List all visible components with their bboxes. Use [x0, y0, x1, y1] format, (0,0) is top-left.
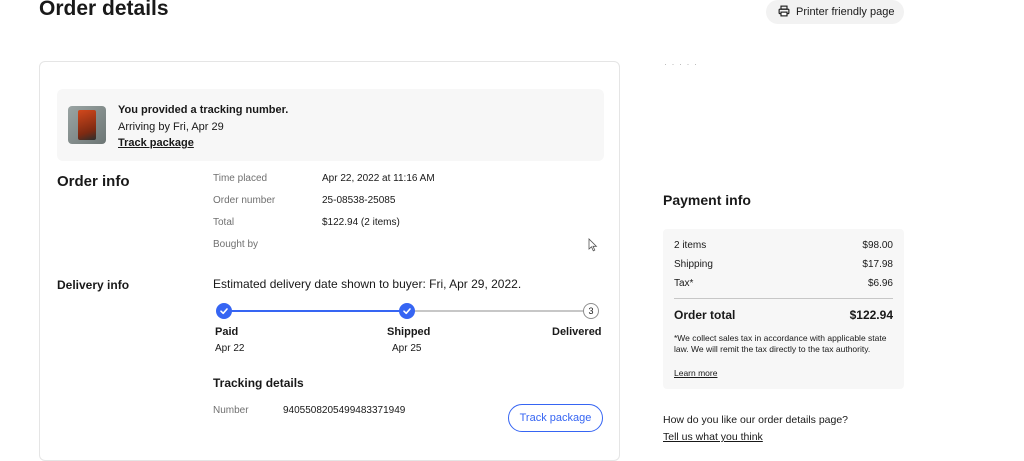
step-label-paid: Paid	[215, 326, 239, 338]
delivery-info-heading: Delivery info	[57, 278, 130, 292]
tracking-number-label: Number	[213, 405, 249, 416]
payment-row-value: $6.96	[867, 278, 893, 289]
step-date-paid: Apr 22	[215, 343, 245, 354]
banner-title: You provided a tracking number.	[118, 104, 289, 116]
payment-divider	[674, 298, 893, 299]
banner-arriving: Arriving by Fri, Apr 29	[118, 121, 224, 133]
check-icon	[399, 303, 415, 319]
progress-line-pending	[414, 310, 585, 312]
delivery-estimate: Estimated delivery date shown to buyer: …	[213, 277, 522, 291]
payment-row-label: Tax*	[674, 278, 694, 289]
order-info-value: 25-08538-25085	[322, 195, 396, 206]
mouse-cursor-icon	[588, 238, 598, 252]
step-label-shipped: Shipped	[387, 326, 431, 338]
order-info-value: $122.94 (2 items)	[322, 217, 400, 228]
order-info-value: Apr 22, 2022 at 11:16 AM	[322, 173, 435, 184]
tracking-heading: Tracking details	[213, 376, 304, 390]
order-info-label: Bought by	[213, 239, 259, 250]
step-number-icon: 3	[583, 303, 599, 319]
payment-row-value: $17.98	[862, 259, 893, 270]
learn-more-link[interactable]: Learn more	[674, 368, 717, 378]
page-title: Order details	[39, 0, 169, 20]
printer-friendly-label: Printer friendly page	[796, 6, 895, 18]
payment-row-value: $98.00	[862, 240, 893, 251]
step-date-shipped: Apr 25	[392, 343, 422, 354]
printer-icon	[778, 5, 790, 20]
step-label-delivered: Delivered	[552, 326, 602, 338]
order-total-label: Order total	[674, 308, 736, 322]
feedback-question: How do you like our order details page?	[663, 414, 849, 426]
feedback-link[interactable]: Tell us what you think	[663, 431, 763, 443]
payment-info-heading: Payment info	[663, 192, 751, 208]
order-info-label: Order number	[213, 195, 276, 206]
order-total-value: $122.94	[849, 308, 893, 322]
item-thumbnail[interactable]	[68, 106, 106, 144]
check-icon	[216, 303, 232, 319]
tracking-number-value: 9405508205499483371949	[283, 405, 406, 416]
order-info-label: Time placed	[213, 173, 268, 184]
payment-row-label: 2 items	[674, 240, 707, 251]
order-info-label: Total	[213, 217, 235, 228]
progress-line-complete	[230, 310, 400, 312]
tax-note: *We collect sales tax in accordance with…	[674, 333, 887, 354]
faint-text: · · · · ·	[664, 59, 698, 69]
payment-row-label: Shipping	[674, 259, 713, 270]
banner-track-package-link[interactable]: Track package	[118, 137, 194, 149]
printer-friendly-button[interactable]: Printer friendly page	[766, 0, 904, 24]
order-info-heading: Order info	[57, 173, 130, 190]
track-package-button[interactable]: Track package	[508, 404, 603, 432]
